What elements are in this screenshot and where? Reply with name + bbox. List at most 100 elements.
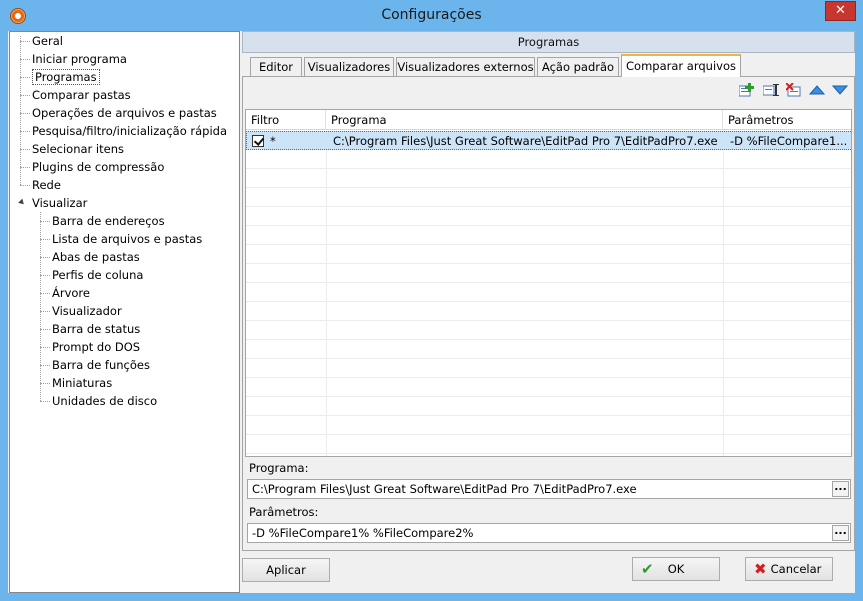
table-row[interactable]: * C:\Program Files\Just Great Software\E…	[246, 131, 851, 150]
table-row-empty	[246, 169, 851, 188]
tree-connector	[20, 41, 30, 42]
tree-item-miniaturas[interactable]: Miniaturas	[52, 374, 112, 392]
cancel-button[interactable]: ✖ Cancelar	[745, 557, 833, 581]
tree-item-rede[interactable]: Rede	[32, 176, 61, 194]
tree-item-label: Plugins de compressão	[32, 160, 165, 174]
tree-item-iniciar-programa[interactable]: Iniciar programa	[32, 50, 127, 68]
tree-connector	[40, 401, 50, 402]
move-up-icon[interactable]	[808, 83, 826, 97]
window-title: Configurações	[381, 7, 482, 23]
close-button[interactable]: ✕	[825, 1, 856, 21]
tree-connector	[20, 131, 30, 132]
tree-item-label: Programas	[32, 69, 100, 85]
tab-acao-padrao[interactable]: Ação padrão	[537, 57, 619, 77]
cell-program: C:\Program Files\Just Great Software\Edi…	[333, 134, 718, 148]
tree-item-label: Miniaturas	[52, 376, 113, 390]
table-row-empty	[246, 207, 851, 226]
title-bar[interactable]: Configurações ✕	[0, 0, 863, 31]
table-row-empty	[246, 416, 851, 435]
table-row-empty	[246, 321, 851, 340]
tree-connector	[20, 59, 30, 60]
column-header-programa[interactable]: Programa	[326, 110, 723, 130]
table-row-empty	[246, 397, 851, 416]
settings-tree[interactable]: Geral Iniciar programa Programas Comparar p…	[9, 31, 240, 593]
program-label: Programa:	[249, 461, 309, 475]
table-row-empty	[246, 378, 851, 397]
tree-item-arvore[interactable]: Árvore	[52, 284, 90, 302]
browse-params-button[interactable]: ...	[832, 525, 849, 541]
tree-connector	[20, 185, 30, 186]
dialog-body: Geral Iniciar programa Programas Comparar p…	[8, 31, 855, 593]
apply-label: Aplicar	[266, 563, 306, 577]
settings-panel: Programas Editor Visualizadores Visualiz…	[242, 31, 855, 551]
tree-item-visualizar[interactable]: Visualizar	[32, 194, 87, 212]
table-row-empty	[246, 188, 851, 207]
tab-editor[interactable]: Editor	[250, 57, 302, 77]
add-icon[interactable]	[738, 83, 755, 97]
tab-comparar-arquivos[interactable]: Comparar arquivos	[621, 54, 741, 77]
tree-item-visualizador[interactable]: Visualizador	[52, 302, 122, 320]
x-icon: ✖	[754, 560, 767, 578]
tree-item-perfis-coluna[interactable]: Perfis de coluna	[52, 266, 143, 284]
tree-item-label: Perfis de coluna	[52, 268, 144, 282]
tree-connector	[40, 257, 50, 258]
tree-item-prompt-dos[interactable]: Prompt do DOS	[52, 338, 140, 356]
table-row-empty	[246, 340, 851, 359]
tree-item-label: Visualizar	[32, 196, 88, 210]
tree-item-label: Geral	[32, 34, 63, 48]
tree-item-label: Prompt do DOS	[52, 340, 141, 354]
tree-connector	[40, 329, 50, 330]
tree-item-abas-pastas[interactable]: Abas de pastas	[52, 248, 140, 266]
tree-connector	[40, 221, 50, 222]
cell-params: -D %FileCompare1...	[730, 134, 848, 148]
browse-program-button[interactable]: ...	[832, 481, 849, 497]
column-header-parametros[interactable]: Parâmetros	[723, 110, 851, 130]
tree-item-label: Pesquisa/filtro/inicialização rápida	[32, 124, 228, 138]
ok-button[interactable]: ✔ OK	[632, 557, 720, 581]
row-enabled-checkbox[interactable]	[252, 135, 264, 147]
tree-item-barra-status[interactable]: Barra de status	[52, 320, 140, 338]
tab-visualizadores[interactable]: Visualizadores	[304, 57, 394, 77]
tree-connector	[20, 95, 30, 96]
tree-connector	[20, 149, 30, 150]
program-input[interactable]	[248, 480, 830, 498]
tree-item-lista-arquivos[interactable]: Lista de arquivos e pastas	[52, 230, 202, 248]
tree-connector	[40, 239, 50, 240]
params-label: Parâmetros:	[249, 505, 319, 519]
tree-item-barra-enderecos[interactable]: Barra de endereços	[52, 212, 165, 230]
tree-item-comparar-pastas[interactable]: Comparar pastas	[32, 86, 131, 104]
tree-connector	[40, 347, 50, 348]
params-input[interactable]	[248, 524, 830, 542]
expand-arrow-icon[interactable]	[18, 198, 26, 207]
tree-item-label: Barra de endereços	[52, 214, 165, 228]
column-header-filtro[interactable]: Filtro	[246, 110, 326, 130]
table-row-empty	[246, 302, 851, 321]
tree-item-barra-funcoes[interactable]: Barra de funções	[52, 356, 150, 374]
delete-icon[interactable]	[785, 82, 802, 97]
table-row-empty	[246, 283, 851, 302]
tree-item-unidades-disco[interactable]: Unidades de disco	[52, 392, 157, 410]
tree-item-operacoes[interactable]: Operações de arquivos e pastas	[32, 104, 217, 122]
checkmark-icon: ✔	[641, 560, 654, 578]
tree-item-geral[interactable]: Geral	[32, 32, 63, 50]
programs-table[interactable]: Filtro Programa Parâmetros * C:\Program …	[245, 109, 852, 457]
settings-window: Configurações ✕ Geral Iniciar programa Pro…	[0, 0, 863, 601]
cell-filter: *	[270, 134, 276, 148]
tree-connector	[40, 293, 50, 294]
tree-item-label: Comparar pastas	[32, 88, 131, 102]
tree-item-programas[interactable]: Programas	[32, 68, 100, 86]
table-row-empty	[246, 264, 851, 283]
apply-button[interactable]: Aplicar	[242, 558, 330, 582]
table-row-empty	[246, 359, 851, 378]
ok-label: OK	[667, 562, 685, 576]
tree-connector	[40, 275, 50, 276]
tree-item-pesquisa[interactable]: Pesquisa/filtro/inicialização rápida	[32, 122, 227, 140]
move-down-icon[interactable]	[831, 83, 849, 97]
tab-visualizadores-externos[interactable]: Visualizadores externos	[396, 57, 535, 77]
tree-item-selecionar-itens[interactable]: Selecionar itens	[32, 140, 124, 158]
tree-item-plugins[interactable]: Plugins de compressão	[32, 158, 164, 176]
tab-content: Filtro Programa Parâmetros * C:\Program …	[242, 76, 855, 551]
edit-icon[interactable]	[762, 83, 779, 97]
table-row-empty	[246, 435, 851, 454]
program-field: ...	[247, 479, 851, 499]
